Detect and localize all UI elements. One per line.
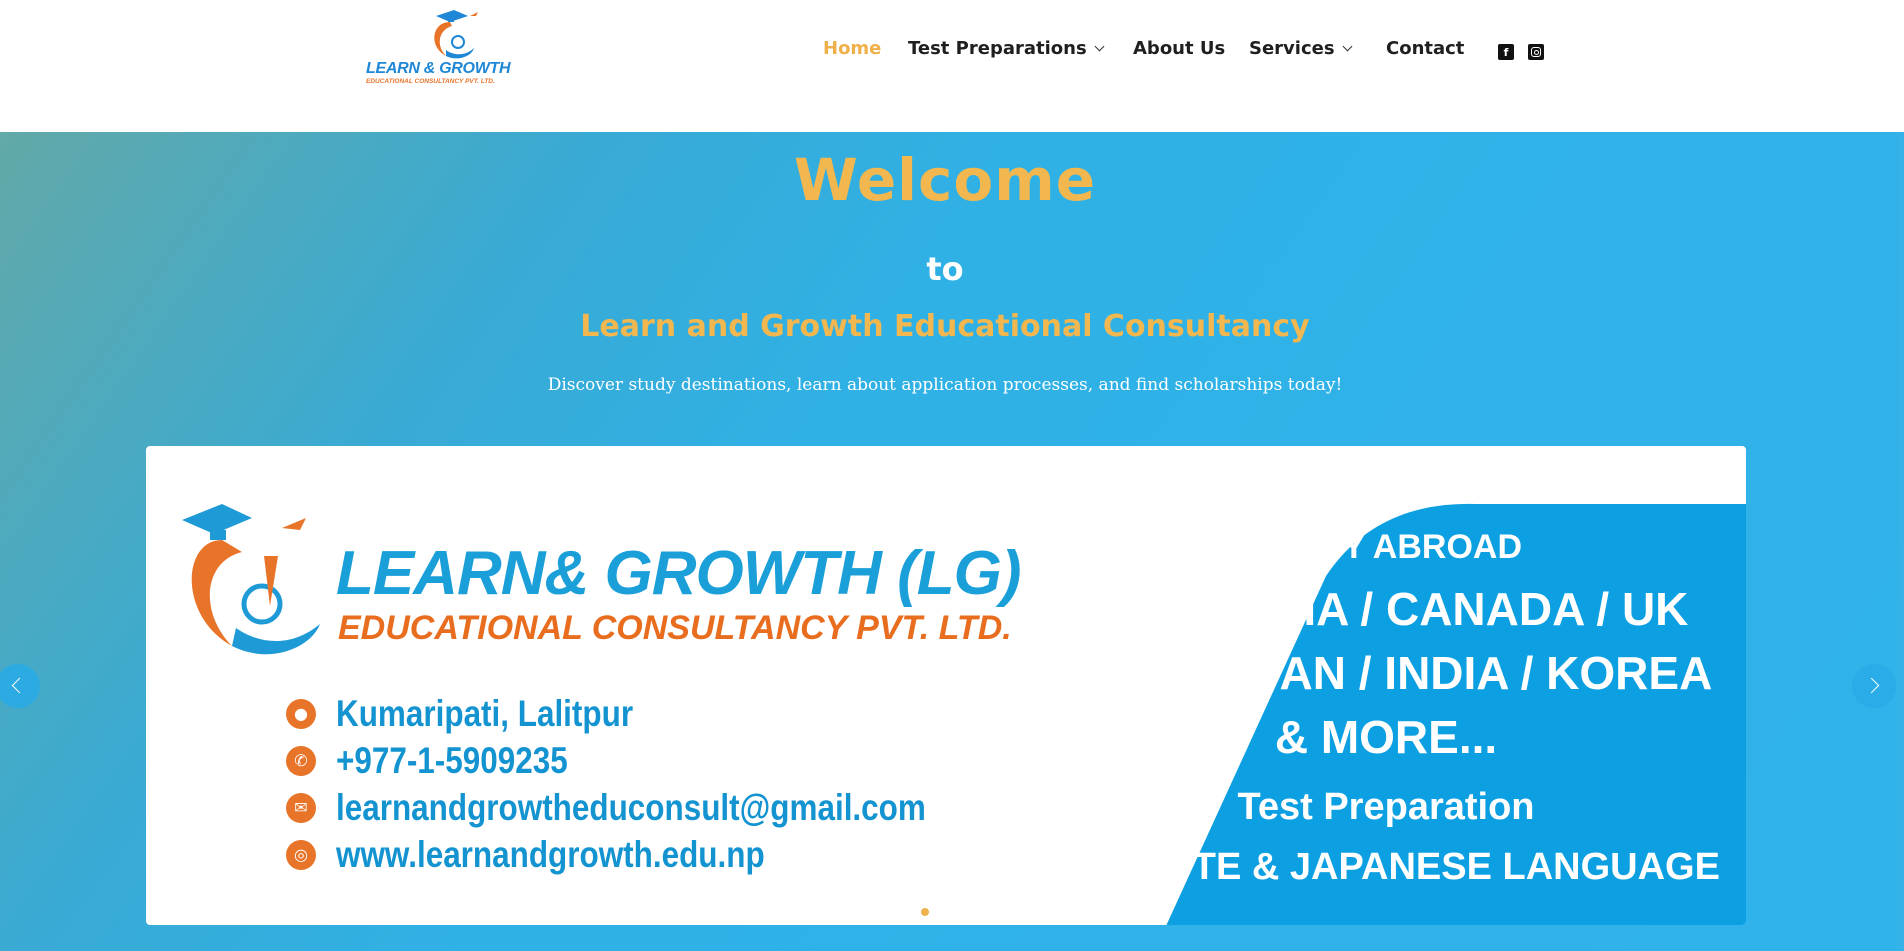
hero-to-text: to — [926, 250, 964, 288]
location-icon: ● — [286, 699, 316, 729]
slide-banner: LEARN& GROWTH (LG) EDUCATIONAL CONSULTAN… — [146, 446, 1746, 925]
slider-dot-1[interactable] — [920, 908, 929, 916]
banner-phone: +977-1-5909235 — [336, 740, 568, 781]
nav-test-preparations-label: Test Preparations — [908, 38, 1087, 59]
slider-dot-3[interactable] — [963, 908, 972, 916]
banner-address: Kumaripati, Lalitpur — [336, 693, 634, 734]
banner-website: www.learnandgrowth.edu.np — [336, 834, 765, 875]
banner-subtitle: EDUCATIONAL CONSULTANCY PVT. LTD. — [338, 609, 1012, 647]
nav-services-label: Services — [1249, 38, 1335, 59]
banner-logo-icon — [182, 504, 320, 655]
hero-tagline: Discover study destinations, learn about… — [547, 375, 1343, 395]
image-slider[interactable]: LEARN& GROWTH (LG) EDUCATIONAL CONSULTAN… — [146, 446, 1746, 925]
slider-dot-2[interactable] — [942, 908, 950, 916]
banner-email: learnandgrowtheduconsult@gmail.com — [336, 787, 926, 828]
banner-study-abroad: STUDY ABROAD — [1249, 528, 1523, 566]
site-logo[interactable]: LEARN & GROWTH EDUCATIONAL CONSULTANCY P… — [366, 8, 511, 88]
banner-study-abroad-block: STUDY ABROAD AUSTRALIA / CANADA / UK USA… — [1026, 446, 1746, 925]
slider-pagination — [146, 901, 1746, 920]
banner-test-prep: Test Preparation — [1237, 786, 1535, 828]
logo-name: LEARN & GROWTH — [366, 60, 511, 77]
phone-icon: ✆ — [286, 746, 316, 776]
hero-welcome-heading: Welcome — [793, 146, 1097, 214]
facebook-icon[interactable]: f — [1498, 44, 1514, 60]
nav-services[interactable]: Services — [1249, 38, 1352, 59]
chevron-down-icon — [1342, 41, 1352, 52]
chevron-down-icon — [1094, 41, 1105, 52]
nav-home[interactable]: Home — [823, 38, 881, 59]
logo-emblem-icon — [434, 10, 478, 59]
nav-test-preparations[interactable]: Test Preparations — [908, 38, 1105, 59]
nav-home-label: Home — [823, 38, 882, 59]
chevron-right-icon — [1863, 677, 1880, 694]
site-header: LEARN & GROWTH EDUCATIONAL CONSULTANCY P… — [0, 0, 1898, 132]
nav-contact-label: Contact — [1386, 38, 1465, 59]
logo-tagline: EDUCATIONAL CONSULTANCY PVT. LTD. — [366, 78, 495, 85]
slider-next-button[interactable] — [1852, 664, 1896, 708]
nav-about-us[interactable]: About Us — [1133, 38, 1225, 59]
instagram-icon[interactable] — [1528, 44, 1544, 60]
banner-title: LEARN& GROWTH (LG) — [336, 539, 1022, 608]
banner-more: & MORE... — [1274, 711, 1498, 763]
hero-edge — [1898, 132, 1904, 951]
globe-icon: ◎ — [286, 840, 316, 870]
banner-countries-2: USA / JAPAN / INDIA / KOREA — [1059, 647, 1713, 699]
nav-about-us-label: About Us — [1133, 38, 1226, 59]
chevron-left-icon — [11, 677, 28, 694]
nav-contact[interactable]: Contact — [1386, 38, 1464, 59]
email-icon: ✉ — [286, 793, 316, 823]
hero-company-name: Learn and Growth Educational Consultancy — [580, 309, 1310, 344]
banner-tests: IELTS/PTE & JAPANESE LANGUAGE — [1052, 846, 1720, 888]
banner-countries-1: AUSTRALIA / CANADA / UK — [1083, 583, 1689, 635]
